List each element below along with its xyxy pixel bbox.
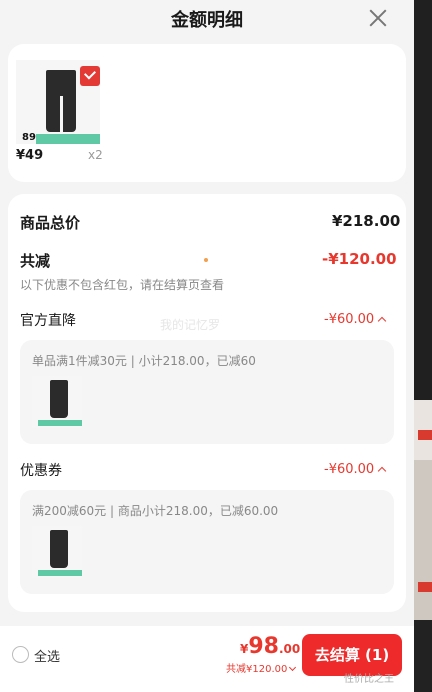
product-thumbnail[interactable]: 89 <box>16 60 100 144</box>
watermark-text: 我的记忆罗 <box>160 318 221 332</box>
sheet-header: 金额明细 <box>0 0 414 38</box>
amount-detail-sheet: 金额明细 89 ¥49 x2 商品总价 ¥218.00 共减 -¥120.00 … <box>0 0 414 692</box>
corner-note: 性价比之王 <box>344 674 394 685</box>
subtotal-label: 商品总价 <box>20 214 81 232</box>
total-saved[interactable]: 共减¥120.00 <box>226 660 297 675</box>
indicator-dot <box>204 258 208 262</box>
background-page-edge <box>414 0 432 692</box>
sheet-title: 金额明细 <box>171 10 243 31</box>
section-amount-text: -¥60.00 <box>324 462 375 477</box>
discount-value: -¥120.00 <box>322 250 397 268</box>
price-integer: 98 <box>248 634 279 659</box>
select-all-radio[interactable] <box>12 646 29 663</box>
product-mini-thumbnail <box>32 376 82 428</box>
discount-detail-box: 单品满1件减30元 | 小计218.00，已减60 <box>20 340 394 444</box>
product-mini-thumbnail <box>32 526 82 578</box>
checkmark-badge-icon <box>80 66 100 86</box>
section-amount-coupon[interactable]: -¥60.00 <box>324 462 387 477</box>
item-quantity: x2 <box>88 148 103 162</box>
total-price: ¥98.00 <box>240 634 300 659</box>
close-icon[interactable] <box>366 6 390 30</box>
item-price: ¥49 <box>16 148 44 163</box>
section-title-official-discount: 官方直降 <box>20 313 76 329</box>
discount-label: 共减 <box>20 252 51 270</box>
discount-note: 以下优惠不包含红包，请在结算页查看 <box>20 278 225 292</box>
select-all-label[interactable]: 全选 <box>34 646 60 665</box>
chevron-up-icon <box>377 466 387 476</box>
coupon-detail-text: 满200减60元 | 商品小计218.00，已减60.00 <box>32 504 279 518</box>
price-decimal: .00 <box>278 642 301 656</box>
section-amount-official-discount[interactable]: -¥60.00 <box>324 312 387 327</box>
thumbnail-price-tag: 89 <box>22 132 36 143</box>
chevron-down-icon <box>289 663 297 672</box>
subtotal-value: ¥218.00 <box>332 212 401 230</box>
coupon-detail-box: 满200减60元 | 商品小计218.00，已减60.00 <box>20 490 394 594</box>
discount-detail-text: 单品满1件减30元 | 小计218.00，已减60 <box>32 354 256 368</box>
product-card: 89 ¥49 x2 <box>8 44 406 182</box>
section-amount-text: -¥60.00 <box>324 312 375 327</box>
price-breakdown-card: 商品总价 ¥218.00 共减 -¥120.00 以下优惠不包含红包，请在结算页… <box>8 194 406 612</box>
chevron-up-icon <box>377 316 387 326</box>
section-title-coupon: 优惠券 <box>20 463 62 479</box>
total-saved-text: 共减¥120.00 <box>226 664 288 675</box>
